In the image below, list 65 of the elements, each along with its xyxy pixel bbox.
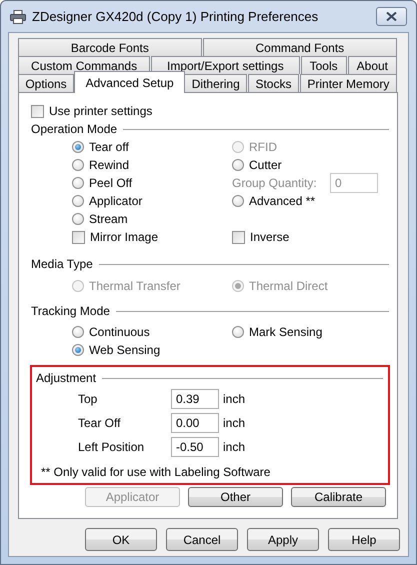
unit-label: inch	[223, 392, 246, 406]
adjustment-label: Left Position	[78, 440, 146, 454]
checkbox-label: Inverse	[250, 230, 290, 244]
radio-button[interactable]	[232, 159, 244, 171]
radio-label: Applicator	[89, 194, 142, 208]
footnote: ** Only valid for use with Labeling Software	[41, 465, 272, 479]
panel-button[interactable]: Calibrate	[291, 487, 386, 507]
dialog-button[interactable]: OK	[85, 528, 157, 551]
radio-label: RFID	[249, 140, 277, 154]
close-button[interactable]	[376, 7, 407, 26]
radio-label: Mark Sensing	[249, 325, 322, 339]
printer-icon	[10, 10, 26, 24]
tab[interactable]: Stocks	[248, 74, 299, 92]
checkbox-label: Use printer settings	[49, 104, 152, 118]
tab[interactable]: Advanced Setup	[74, 71, 186, 93]
field-label: Group Quantity:	[232, 176, 318, 190]
radio-label: Thermal Transfer	[89, 279, 180, 293]
radio-button[interactable]	[72, 195, 84, 207]
radio-label: Peel Off	[89, 176, 132, 190]
radio-button[interactable]	[72, 213, 84, 225]
section-title: Adjustment	[36, 371, 96, 385]
checkbox[interactable]	[232, 230, 245, 244]
checkbox[interactable]	[72, 230, 85, 244]
radio-button[interactable]	[72, 159, 84, 171]
radio-label: Advanced **	[249, 194, 316, 208]
close-icon	[386, 12, 397, 21]
radio-button[interactable]	[72, 344, 84, 356]
window-title: ZDesigner GX420d (Copy 1) Printing Preferences	[32, 9, 320, 24]
adjustment-field[interactable]: -0.50	[171, 437, 219, 457]
tab[interactable]: Printer Memory	[300, 74, 398, 92]
tab[interactable]: Import/Export settings	[151, 56, 300, 74]
adjustment-label: Top	[78, 392, 98, 406]
checkbox[interactable]	[31, 104, 44, 118]
unit-label: inch	[223, 416, 246, 430]
radio-label: Thermal Direct	[249, 279, 328, 293]
radio-button[interactable]	[72, 141, 84, 153]
adjustment-field[interactable]: 0.00	[171, 413, 219, 433]
radio-button[interactable]	[72, 177, 84, 189]
radio-button[interactable]	[232, 195, 244, 207]
tab[interactable]: Barcode Fonts	[18, 38, 202, 56]
tab[interactable]: About	[348, 56, 398, 74]
adjustment-field[interactable]: 0.39	[171, 389, 219, 409]
radio-button[interactable]	[72, 326, 84, 338]
panel-button[interactable]: Other	[188, 487, 283, 507]
unit-label: inch	[223, 440, 246, 454]
tab[interactable]: Dithering	[184, 74, 248, 92]
checkbox-label: Mirror Image	[90, 230, 158, 244]
radio-label: Tear off	[89, 140, 129, 154]
tab[interactable]: Custom Commands	[18, 56, 150, 74]
radio-label: Rewind	[89, 158, 130, 172]
radio-button[interactable]	[232, 326, 244, 338]
section-title: Tracking Mode	[31, 304, 110, 318]
section-title: Operation Mode	[31, 122, 118, 136]
dialog-button[interactable]: Help	[328, 528, 400, 551]
section-title: Media Type	[31, 257, 93, 271]
radio-label: Cutter	[249, 158, 282, 172]
tab[interactable]: Tools	[300, 56, 347, 74]
radio-label: Web Sensing	[89, 343, 160, 357]
dialog-button[interactable]: Cancel	[166, 528, 238, 551]
tab[interactable]: Command Fonts	[202, 38, 397, 56]
dialog-button[interactable]: Apply	[247, 528, 319, 551]
tab[interactable]: Options	[18, 74, 74, 92]
adjustment-label: Tear Off	[78, 416, 122, 430]
radio-label: Continuous	[89, 325, 150, 339]
radio-label: Stream	[89, 212, 128, 226]
